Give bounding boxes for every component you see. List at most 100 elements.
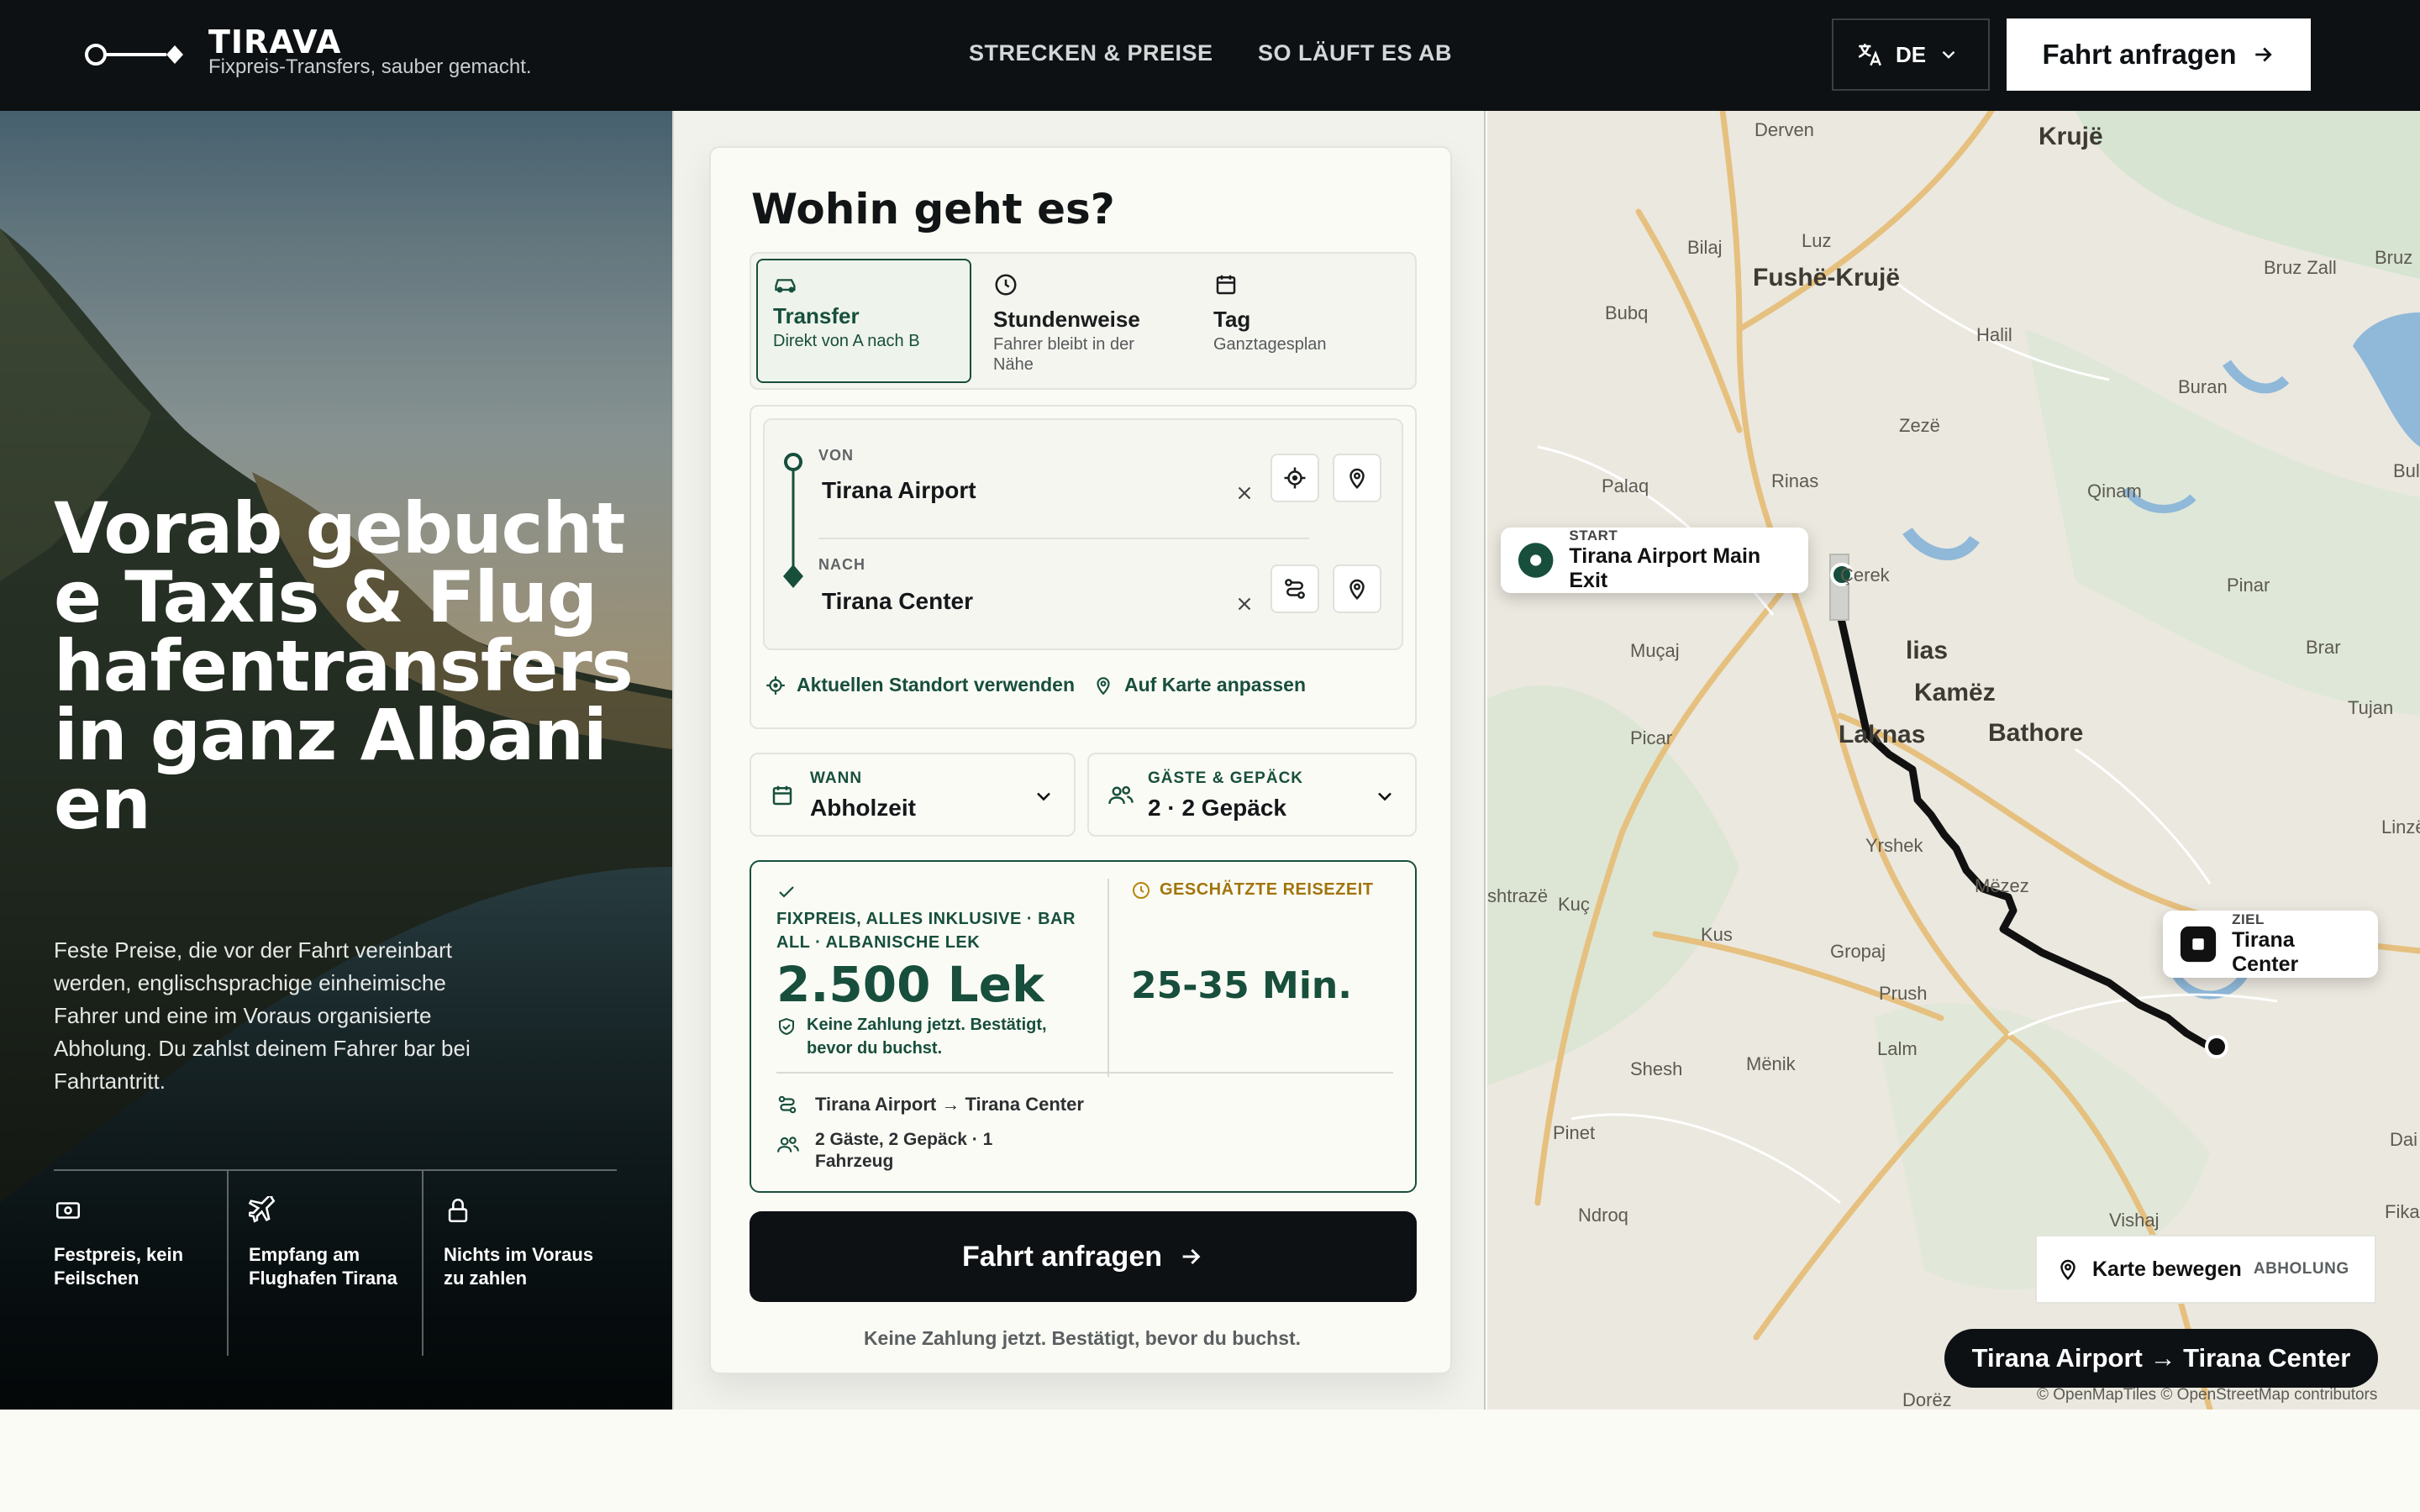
swap-route-icon xyxy=(1285,579,1305,599)
tab-title: Stundenweise xyxy=(993,307,1140,332)
map-label: Bule xyxy=(2393,460,2420,481)
arrow-right-icon xyxy=(1182,1248,1201,1265)
route-section: VON Tirana Airport NACH Tirana Center Ak… xyxy=(750,405,1417,729)
tab-transfer[interactable]: Transfer Direkt von A nach B xyxy=(756,259,971,383)
booking-card: Wohin geht es? Transfer Direkt von A nac… xyxy=(709,146,1452,1374)
top-bar: TIRAVA Fixpreis-Transfers, sauber gemach… xyxy=(0,0,2420,111)
start-marker-label[interactable]: START Tirana Airport Main Exit xyxy=(1501,528,1808,593)
divider xyxy=(1107,879,1109,1077)
feature-label: Empfang am Flughafen Tirana xyxy=(249,1244,397,1289)
map-label: Muçaj xyxy=(1630,640,1680,661)
map-label: Halil xyxy=(1976,324,2012,345)
feature-airport-pickup: Empfang am Flughafen Tirana xyxy=(227,1171,422,1356)
travel-time-value: 25-35 Min. xyxy=(1131,964,1352,1007)
move-map-control[interactable]: Karte bewegen ABHOLUNG xyxy=(2035,1235,2376,1304)
price-value: 2.500 Lek xyxy=(776,956,1044,1013)
form-title: Wohin geht es? xyxy=(751,185,1115,234)
map-label: Dorëz xyxy=(1902,1389,1952,1410)
map-label: Picar xyxy=(1630,727,1673,748)
guests-luggage-select[interactable]: GÄSTE & GEPÄCK 2 · 2 Gepäck xyxy=(1087,753,1417,837)
map-label: Bathore xyxy=(1988,719,2084,747)
clock-icon xyxy=(995,274,1017,296)
from-pick-on-map-button[interactable] xyxy=(1333,454,1381,502)
from-label: VON xyxy=(818,447,855,464)
language-code: DE xyxy=(1896,41,1927,67)
map-label: Bruz xyxy=(2375,247,2413,268)
map-label: Mënik xyxy=(1746,1053,1796,1074)
swap-route-button[interactable] xyxy=(1270,564,1319,613)
tab-subtitle: Ganztagesplan xyxy=(1213,335,1327,354)
route-inputs: VON Tirana Airport NACH Tirana Center xyxy=(763,418,1403,650)
feature-fixed-price: Festpreis, kein Feilschen xyxy=(54,1171,227,1356)
cash-icon xyxy=(55,1202,81,1219)
hero-section: Vorab gebuchte Taxis & Flughafentransfer… xyxy=(0,111,672,1410)
check-icon xyxy=(779,886,794,898)
feature-label: Festpreis, kein Feilschen xyxy=(54,1244,184,1289)
chevron-down-icon xyxy=(1942,50,1955,59)
request-ride-button[interactable]: Fahrt anfragen xyxy=(750,1211,1417,1302)
map-label: Kamëz xyxy=(1914,679,1996,706)
map-label: Pinet xyxy=(1553,1122,1596,1143)
from-input[interactable]: Tirana Airport xyxy=(822,477,976,504)
calendar-icon xyxy=(772,785,792,806)
map-label: Brar xyxy=(2306,637,2341,658)
link-label: Auf Karte anpassen xyxy=(1124,674,1307,696)
logo-icon xyxy=(85,44,183,66)
price-label: FIXPREIS, ALLES INKLUSIVE · BAR ALL · AL… xyxy=(776,910,1076,952)
map-label: Ndroq xyxy=(1578,1205,1628,1226)
feature-list: Festpreis, kein Feilschen Empfang am Flu… xyxy=(54,1169,617,1356)
map-label: Fushë-Krujë xyxy=(1753,264,1901,291)
ride-mode-tabs: Transfer Direkt von A nach B Stundenweis… xyxy=(750,252,1417,390)
to-pick-on-map-button[interactable] xyxy=(1333,564,1381,613)
guests-label: GÄSTE & GEPÄCK xyxy=(1148,769,1304,787)
map-label: Rinas xyxy=(1771,470,1819,491)
lock-icon xyxy=(448,1199,468,1223)
payment-footnote: Keine Zahlung jetzt. Bestätigt, bevor du… xyxy=(863,1327,1302,1349)
locate-me-button[interactable] xyxy=(1270,454,1319,502)
map-label: Palaq xyxy=(1602,475,1649,496)
map-label: Mëzez xyxy=(1975,875,2029,896)
nav-routes-prices[interactable]: STRECKEN & PREISE xyxy=(969,40,1213,66)
map-label: Bubq xyxy=(1605,302,1649,323)
map-label: Krujë xyxy=(2039,123,2103,150)
nav-how-it-works[interactable]: SO LÄUFT ES AB xyxy=(1258,40,1452,66)
map-pin-icon xyxy=(1349,468,1365,490)
tab-title: Transfer xyxy=(773,303,860,328)
start-value: Tirana Airport Main Exit xyxy=(1569,544,1761,592)
shield-check-icon xyxy=(779,1017,794,1036)
tab-hourly[interactable]: Stundenweise Fahrer bleibt in der Nähe xyxy=(978,259,1193,383)
clear-from-icon[interactable] xyxy=(1234,482,1255,504)
calendar-icon xyxy=(1216,275,1236,295)
feature-label: Nichts im Voraus zu zahlen xyxy=(444,1244,594,1289)
use-current-location-link[interactable]: Aktuellen Standort verwenden xyxy=(765,674,1075,696)
summary-route: Tirana Airport → Tirana Center xyxy=(815,1094,1084,1115)
users-icon xyxy=(777,1137,799,1152)
map-label: Çerek xyxy=(1840,564,1890,585)
map-label: Tujan xyxy=(2348,697,2394,718)
route-map[interactable]: Derven Krujë Bilaj Luz Fushë-Krujë Bruz … xyxy=(1487,111,2420,1410)
clear-to-icon[interactable] xyxy=(1234,593,1255,615)
map-label: Qinam xyxy=(2087,480,2142,501)
map-label: shtrazë xyxy=(1487,885,1549,906)
language-selector[interactable]: DE xyxy=(1832,18,1990,91)
map-label: Bruz Zall xyxy=(2264,257,2337,278)
fit-to-map-link[interactable]: Auf Karte anpassen xyxy=(1092,674,1306,696)
map-label: lias xyxy=(1906,637,1949,664)
tab-day[interactable]: Tag Ganztagesplan xyxy=(1198,259,1413,383)
when-select[interactable]: WANN Abholzeit xyxy=(750,753,1076,837)
request-ride-button-header[interactable]: Fahrt anfragen xyxy=(2007,18,2311,91)
destination-marker-label[interactable]: ZIEL Tirana Center xyxy=(2163,911,2378,978)
map-label: Pinar xyxy=(2227,575,2270,596)
when-label: WANN xyxy=(810,769,863,787)
to-input[interactable]: Tirana Center xyxy=(822,588,973,615)
map-pin-icon xyxy=(1349,579,1365,601)
map-label: Kus xyxy=(1701,924,1733,945)
summary-guests: 2 Gäste, 2 Gepäck · 1 Fahrzeug xyxy=(815,1130,993,1171)
map-label: Prush xyxy=(1879,983,1928,1004)
start-label: START xyxy=(1569,528,1618,543)
request-ride-label: Fahrt anfragen xyxy=(961,1240,1163,1273)
map-label: Kuç xyxy=(1558,894,1590,915)
map-attribution[interactable]: © OpenMapTiles © OpenStreetMap contribut… xyxy=(2037,1386,2377,1404)
map-label: Vishaj xyxy=(2109,1210,2160,1231)
translate-icon xyxy=(1858,44,1881,66)
